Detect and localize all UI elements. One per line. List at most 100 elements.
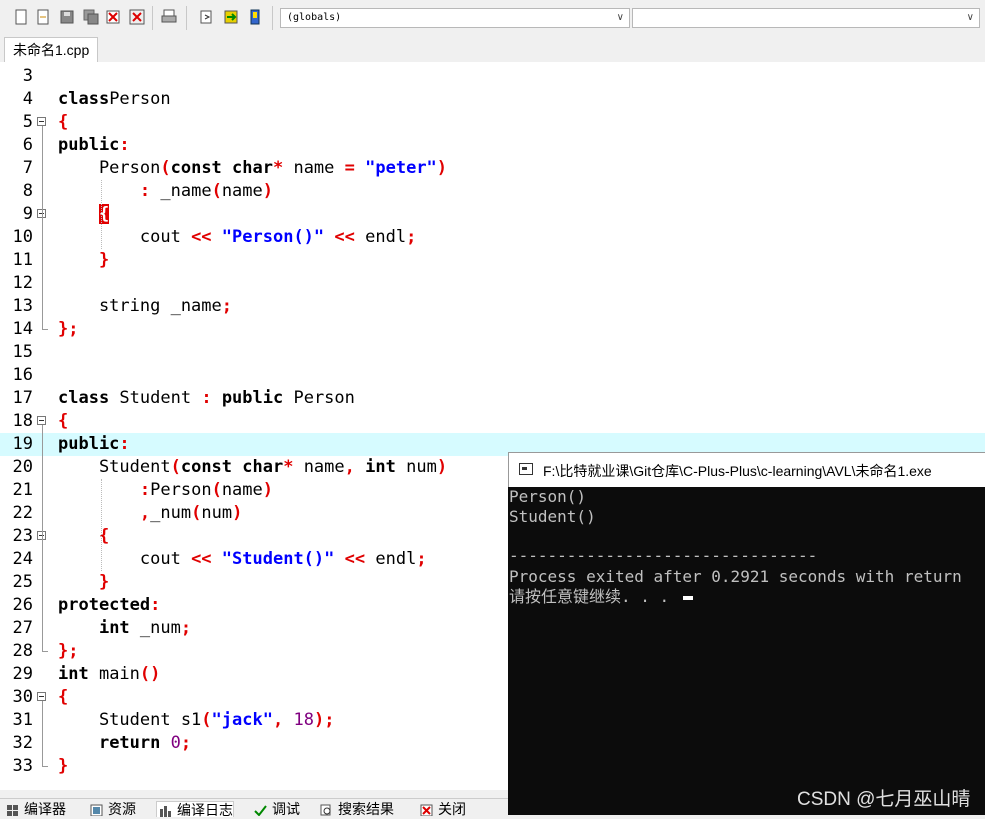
tab-close[interactable]: 关闭 bbox=[418, 801, 466, 817]
code-line[interactable]: 16 bbox=[0, 364, 985, 387]
code-line[interactable]: 7 Person(const char* name = "peter") bbox=[0, 157, 985, 180]
new-file-icon[interactable] bbox=[12, 8, 30, 26]
code-line[interactable]: 11 } bbox=[0, 249, 985, 272]
code-text: Student(const char* name, int num) bbox=[58, 456, 447, 479]
close-all-icon[interactable] bbox=[128, 8, 146, 26]
line-number: 18 bbox=[12, 411, 33, 431]
code-line[interactable]: 3 bbox=[0, 65, 985, 88]
code-line[interactable]: 12 bbox=[0, 272, 985, 295]
fold-toggle-icon[interactable] bbox=[37, 692, 46, 701]
scope-combobox-value: (globals) bbox=[287, 12, 342, 23]
tab-resources[interactable]: 资源 bbox=[88, 801, 136, 817]
function-combobox[interactable]: ∨ bbox=[632, 8, 980, 28]
tab-file[interactable]: 未命名1.cpp bbox=[4, 37, 99, 62]
line-number: 9 bbox=[22, 204, 33, 224]
console-separator-line: -------------------------------- bbox=[509, 546, 818, 565]
code-token: ; bbox=[180, 618, 192, 638]
code-line[interactable]: 9 { bbox=[0, 203, 985, 226]
code-token: public bbox=[221, 388, 284, 408]
fold-toggle-icon[interactable] bbox=[37, 416, 46, 425]
code-token: ( bbox=[211, 480, 222, 500]
code-token: name bbox=[283, 158, 345, 178]
bookmark-icon[interactable] bbox=[246, 8, 264, 26]
code-line[interactable]: 14}; bbox=[0, 318, 985, 341]
code-text: return 0; bbox=[58, 732, 191, 755]
code-token: Student bbox=[109, 388, 202, 408]
tab-debug[interactable]: 调试 bbox=[252, 801, 300, 817]
code-token: num bbox=[201, 503, 233, 523]
code-token: "jack" bbox=[211, 710, 273, 730]
line-number: 31 bbox=[12, 710, 33, 730]
code-line[interactable]: 18 { bbox=[0, 410, 985, 433]
code-token: protected bbox=[58, 595, 151, 615]
code-line[interactable]: 15 bbox=[0, 341, 985, 364]
line-number: 20 bbox=[12, 457, 33, 477]
code-line[interactable]: 6 public: bbox=[0, 134, 985, 157]
print-icon[interactable] bbox=[160, 8, 178, 26]
line-number: 21 bbox=[12, 480, 33, 500]
goto-icon[interactable] bbox=[198, 8, 216, 26]
code-token: _name bbox=[150, 181, 212, 201]
open-file-icon[interactable] bbox=[34, 8, 52, 26]
toolbar-separator bbox=[186, 6, 187, 30]
code-line[interactable]: 10 cout << "Person()" << endl; bbox=[0, 226, 985, 249]
code-token: Person bbox=[109, 89, 171, 109]
compile-log-icon bbox=[160, 806, 171, 817]
code-token: ; bbox=[416, 549, 427, 569]
close-file-icon[interactable] bbox=[104, 8, 122, 26]
code-text: }; bbox=[58, 640, 78, 663]
line-number: 5 bbox=[22, 112, 33, 132]
line-number: 19 bbox=[12, 434, 33, 454]
code-token: cout bbox=[58, 549, 192, 569]
tab-search-results[interactable]: 搜索结果 bbox=[318, 801, 394, 817]
console-titlebar[interactable]: F:\比特就业课\Git仓库\C-Plus-Plus\c-learning\AV… bbox=[508, 452, 985, 487]
code-line[interactable]: 5{ bbox=[0, 111, 985, 134]
code-token: Student s1 bbox=[58, 710, 202, 730]
tab-compiler[interactable]: 编译器 bbox=[4, 801, 66, 817]
code-token: * bbox=[283, 457, 294, 477]
console-app-icon bbox=[519, 463, 533, 475]
code-line[interactable]: 17 class Student : public Person bbox=[0, 387, 985, 410]
code-token: cout bbox=[58, 227, 192, 247]
code-token: Person bbox=[283, 388, 355, 408]
bottom-panel-tabs: 编译器 资源 编译日志 调试 搜索结果 关闭 bbox=[0, 798, 508, 818]
console-prompt-line: 请按任意键继续. . . bbox=[509, 587, 693, 607]
code-token: ; bbox=[221, 296, 233, 316]
code-text: { bbox=[58, 111, 68, 134]
code-token: endl bbox=[354, 227, 407, 247]
code-token: << bbox=[344, 549, 366, 569]
code-line[interactable]: 13 string _name; bbox=[0, 295, 985, 318]
code-line[interactable]: 8 : _name(name) bbox=[0, 180, 985, 203]
line-number: 29 bbox=[12, 664, 33, 684]
line-number: 25 bbox=[12, 572, 33, 592]
resources-icon bbox=[90, 804, 103, 816]
toolbar-separator bbox=[272, 6, 273, 30]
fold-end-marker bbox=[42, 329, 48, 330]
code-token: Student bbox=[58, 457, 171, 477]
console-line: Process exited after 0.2921 seconds with… bbox=[509, 567, 962, 586]
code-line[interactable]: 4 classPerson bbox=[0, 88, 985, 111]
code-token: "Student()" bbox=[221, 549, 335, 569]
save-all-icon[interactable] bbox=[82, 8, 100, 26]
line-number: 17 bbox=[12, 388, 33, 408]
code-token: Person bbox=[58, 158, 161, 178]
code-token: : bbox=[139, 480, 151, 500]
scope-combobox[interactable]: (globals) ∨ bbox=[280, 8, 630, 28]
code-text: protected: bbox=[58, 594, 160, 617]
fold-guide bbox=[42, 701, 43, 766]
line-number: 16 bbox=[12, 365, 33, 385]
console-window[interactable]: F:\比特就业课\Git仓库\C-Plus-Plus\c-learning\AV… bbox=[508, 452, 985, 815]
insert-icon[interactable] bbox=[222, 8, 240, 26]
code-text: int _num; bbox=[58, 617, 191, 640]
line-number: 4 bbox=[22, 89, 33, 109]
code-text: class Student : public Person bbox=[58, 387, 355, 410]
code-token: ); bbox=[313, 710, 335, 730]
fold-toggle-icon[interactable] bbox=[37, 117, 46, 126]
save-icon[interactable] bbox=[58, 8, 76, 26]
search-icon bbox=[320, 804, 331, 816]
